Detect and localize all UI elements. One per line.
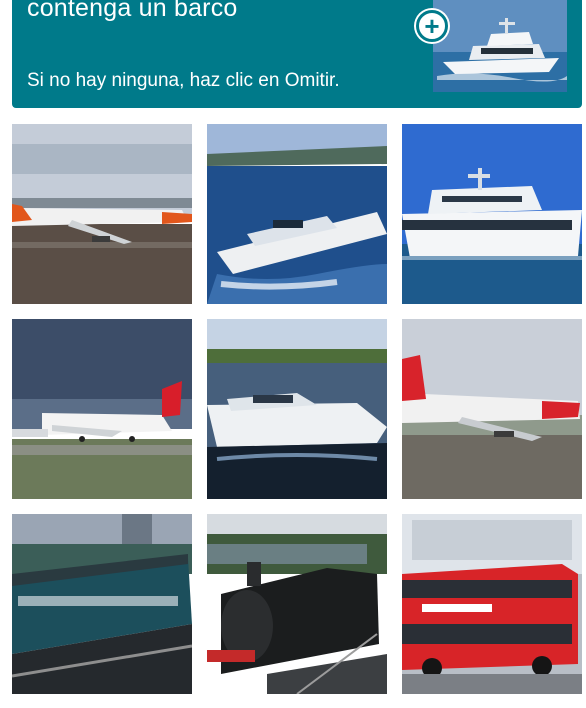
image-tile-1[interactable]	[12, 124, 192, 304]
example-image	[433, 0, 567, 92]
image-tile-5[interactable]	[207, 319, 387, 499]
image-tile-2[interactable]	[207, 124, 387, 304]
airplane-image	[402, 319, 582, 499]
challenge-header: contenga un barco Si no hay ninguna, haz…	[12, 0, 582, 108]
steam-locomotive-image	[207, 514, 387, 694]
image-tile-3[interactable]	[402, 124, 582, 304]
image-tile-4[interactable]	[12, 319, 192, 499]
image-tile-6[interactable]	[402, 319, 582, 499]
airplane-image	[12, 124, 192, 304]
speedboat-image	[207, 124, 387, 304]
challenge-prompt: contenga un barco	[27, 0, 238, 22]
plus-icon: +	[416, 10, 448, 42]
speedboat-image	[207, 319, 387, 499]
image-tile-9[interactable]	[402, 514, 582, 694]
image-tile-7[interactable]	[12, 514, 192, 694]
double-decker-bus-image	[402, 514, 582, 694]
yacht-image	[402, 124, 582, 304]
airplane-image	[12, 319, 192, 499]
image-tile-8[interactable]	[207, 514, 387, 694]
train-image	[12, 514, 192, 694]
skip-instruction: Si no hay ninguna, haz clic en Omitir.	[27, 70, 340, 91]
example-yacht-image	[433, 0, 567, 92]
